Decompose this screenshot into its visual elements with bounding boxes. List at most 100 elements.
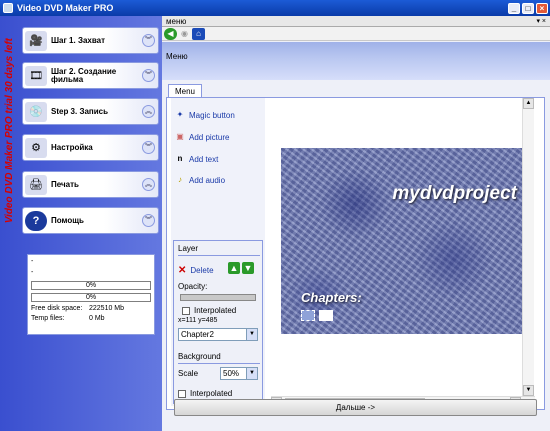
scroll-up-icon[interactable]: ▲ [523, 98, 534, 109]
chevron-down-icon[interactable]: ▼ [246, 329, 257, 340]
nav-step3-burn[interactable]: 💿 Step 3. Запись ︽ [22, 98, 159, 125]
status-line: - [31, 258, 34, 265]
interpolated-label: Interpolated [194, 306, 237, 315]
section-header: Меню [162, 42, 550, 80]
divider [178, 363, 260, 364]
minimize-button[interactable]: _ [508, 2, 520, 14]
trial-text: Video DVD Maker PRO trial 30 days left [4, 38, 15, 224]
tab-content: ✦ Magic button ▣ Add picture n Add text … [166, 97, 545, 410]
free-disk-row: Free disk space: 222510 Mb [31, 305, 151, 315]
add-text-label: Add text [189, 154, 219, 164]
gear-icon: ⚙ [25, 137, 47, 158]
nav-step1-capture[interactable]: 🎥 Шаг 1. Захват ︾ [22, 27, 159, 54]
chapter-thumbnail[interactable] [319, 310, 333, 321]
delete-icon: ✕ [178, 265, 187, 276]
nav-label: Настройка [51, 142, 93, 152]
app-icon [3, 3, 13, 13]
panel-header: меню ▾ × [162, 16, 550, 27]
checkbox-box [178, 389, 186, 398]
panel-controls[interactable]: ▾ × [536, 16, 546, 27]
magic-wand-icon: ✦ [176, 110, 184, 119]
menu-title-text[interactable]: mydvdproject [392, 183, 517, 205]
temp-files-row: Temp files: 0 Mb [31, 315, 151, 325]
window-title: Video DVD Maker PRO [17, 3, 114, 13]
delete-label: Delete [190, 266, 214, 275]
audio-icon: ♪ [178, 175, 182, 184]
title-bar: Video DVD Maker PRO _ □ × [0, 0, 550, 16]
nav-print[interactable]: 🖨 Печать ︽ [22, 171, 159, 198]
help-icon: ? [25, 210, 47, 231]
home-icon[interactable]: ⌂ [192, 27, 205, 40]
printer-icon: 🖨 [25, 174, 47, 195]
coords-readout: x=111 y=485 [178, 317, 218, 324]
chapters-text[interactable]: Chapters: [301, 290, 362, 305]
checkbox-box [182, 306, 190, 315]
bg-interpolated-checkbox[interactable]: Interpolated [178, 389, 232, 398]
main-panel: меню ▾ × ◀ ◉ ⌂ Меню Menu ✦ Magic button … [162, 16, 550, 431]
progress-bar: 0% [31, 281, 151, 290]
delete-layer-button[interactable]: ✕ Delete [178, 265, 214, 276]
progress-bar: 0% [31, 293, 151, 302]
layer-interpolated-checkbox[interactable]: Interpolated [182, 306, 236, 315]
chevron-up-icon[interactable]: ︽ [142, 105, 155, 118]
maximize-button[interactable]: □ [522, 2, 534, 14]
opacity-label: Opacity: [178, 282, 208, 291]
add-audio-label: Add audio [189, 175, 226, 185]
film-reel-icon: 🎞 [25, 65, 47, 86]
section-title: Меню [166, 52, 188, 61]
chevron-down-icon[interactable]: ︾ [142, 214, 155, 227]
opacity-slider[interactable] [180, 294, 256, 301]
tools-column: ✦ Magic button ▣ Add picture n Add text … [171, 98, 265, 406]
layer-title: Layer [178, 244, 199, 253]
nav-label: Шаг 2. Создание фильма [51, 66, 117, 84]
nav-label: Печать [51, 179, 79, 189]
nav-help[interactable]: ? Помощь ︾ [22, 207, 159, 234]
capture-icon: 🎥 [25, 30, 47, 51]
divider [178, 255, 260, 256]
menu-preview[interactable]: mydvdproject Chapters: [281, 148, 527, 334]
temp-files-label: Temp files: [31, 315, 65, 322]
move-up-icon[interactable]: ▲ [228, 262, 240, 274]
layer-group: Layer ✕ Delete ▲ ▼ Opacity: Interpolated… [173, 240, 263, 404]
nav-settings[interactable]: ⚙ Настройка ︾ [22, 134, 159, 161]
magic-button[interactable]: ✦ Magic button [175, 110, 235, 120]
chevron-up-icon[interactable]: ︽ [142, 178, 155, 191]
add-audio-button[interactable]: ♪ Add audio [175, 175, 225, 185]
chevron-down-icon[interactable]: ▼ [246, 368, 257, 379]
scale-select[interactable]: 50% ▼ [220, 367, 258, 380]
vertical-scrollbar[interactable]: ▲ ▼ [522, 98, 534, 396]
nav-step2-create[interactable]: 🎞 Шаг 2. Создание фильма ︾ [22, 62, 159, 89]
chevron-down-icon[interactable]: ︾ [142, 69, 155, 82]
sidebar: Video DVD Maker PRO trial 30 days left 🎥… [0, 16, 162, 431]
status-panel: - - 0% 0% Free disk space: 222510 Mb Tem… [27, 254, 155, 335]
panel-title: меню [166, 17, 187, 26]
forward-icon[interactable]: ◉ [178, 28, 191, 40]
interpolated-label: Interpolated [190, 389, 233, 398]
back-icon[interactable]: ◀ [164, 27, 177, 40]
add-text-button[interactable]: n Add text [175, 154, 219, 164]
close-button[interactable]: × [536, 2, 548, 14]
free-disk-value: 222510 Mb [89, 305, 125, 312]
menu-canvas[interactable]: mydvdproject Chapters: ▲ ▼ [271, 98, 535, 396]
temp-files-value: 0 Mb [89, 315, 105, 322]
chapter-thumbnail[interactable] [301, 310, 315, 321]
add-picture-label: Add picture [189, 132, 230, 142]
scale-label: Scale [178, 369, 199, 378]
disc-burner-icon: 💿 [25, 101, 47, 122]
text-icon: n [177, 154, 183, 163]
nav-label: Помощь [51, 215, 84, 225]
chevron-down-icon[interactable]: ︾ [142, 34, 155, 47]
layer-select[interactable]: Chapter2 ▼ [178, 328, 258, 341]
tab-menu[interactable]: Menu [168, 84, 202, 98]
scale-value: 50% [223, 369, 240, 378]
background-title: Background [178, 352, 221, 361]
chevron-down-icon[interactable]: ︾ [142, 141, 155, 154]
add-picture-button[interactable]: ▣ Add picture [175, 132, 229, 142]
magic-button-label: Magic button [189, 110, 235, 120]
scroll-down-icon[interactable]: ▼ [523, 385, 534, 396]
move-down-icon[interactable]: ▼ [242, 262, 254, 274]
nav-label: Step 3. Запись [51, 106, 109, 116]
trial-banner: Video DVD Maker PRO trial 30 days left [3, 38, 17, 431]
toolbar: ◀ ◉ ⌂ [162, 27, 550, 41]
next-button[interactable]: Дальше -> [174, 399, 537, 416]
